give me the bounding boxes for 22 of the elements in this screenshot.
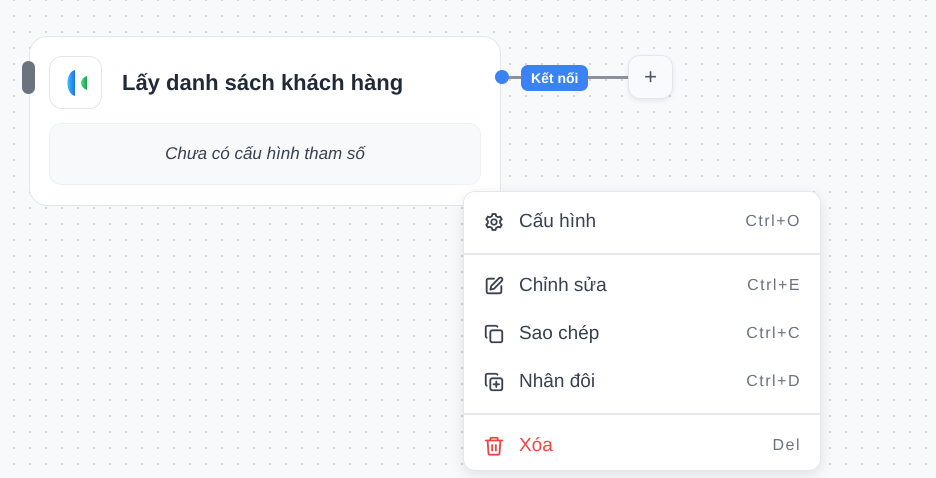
menu-item[interactable]: Xóa Del xyxy=(464,422,820,470)
output-handle[interactable] xyxy=(495,70,509,84)
app-logo-icon xyxy=(49,56,102,109)
menu-item[interactable]: Chỉnh sửa Ctrl+E xyxy=(464,262,820,310)
duplicate-icon xyxy=(483,371,505,393)
node-card[interactable]: Lấy danh sách khách hàng Chưa có cấu hình tham số xyxy=(29,36,501,206)
gear-icon xyxy=(483,211,505,233)
pencil-square-icon xyxy=(483,275,505,297)
add-node-button[interactable]: + xyxy=(628,55,673,99)
shortcut-text: Del xyxy=(772,436,801,456)
shortcut-text: Ctrl+E xyxy=(747,276,801,296)
copy-icon xyxy=(483,323,505,345)
trash-icon xyxy=(483,435,505,457)
menu-item[interactable]: Nhân đôi Ctrl+D xyxy=(464,358,820,406)
menu-item[interactable]: Sao chép Ctrl+C xyxy=(464,310,820,358)
shortcut-text: Ctrl+O xyxy=(745,212,801,232)
connect-label[interactable]: Kết nối xyxy=(521,65,588,91)
shortcut-text: Ctrl+D xyxy=(746,372,801,392)
shortcut-text: Ctrl+C xyxy=(746,324,801,344)
input-handle[interactable] xyxy=(22,61,35,94)
empty-config-text: Chưa có cấu hình tham số xyxy=(165,143,365,166)
node-title: Lấy danh sách khách hàng xyxy=(122,69,404,97)
